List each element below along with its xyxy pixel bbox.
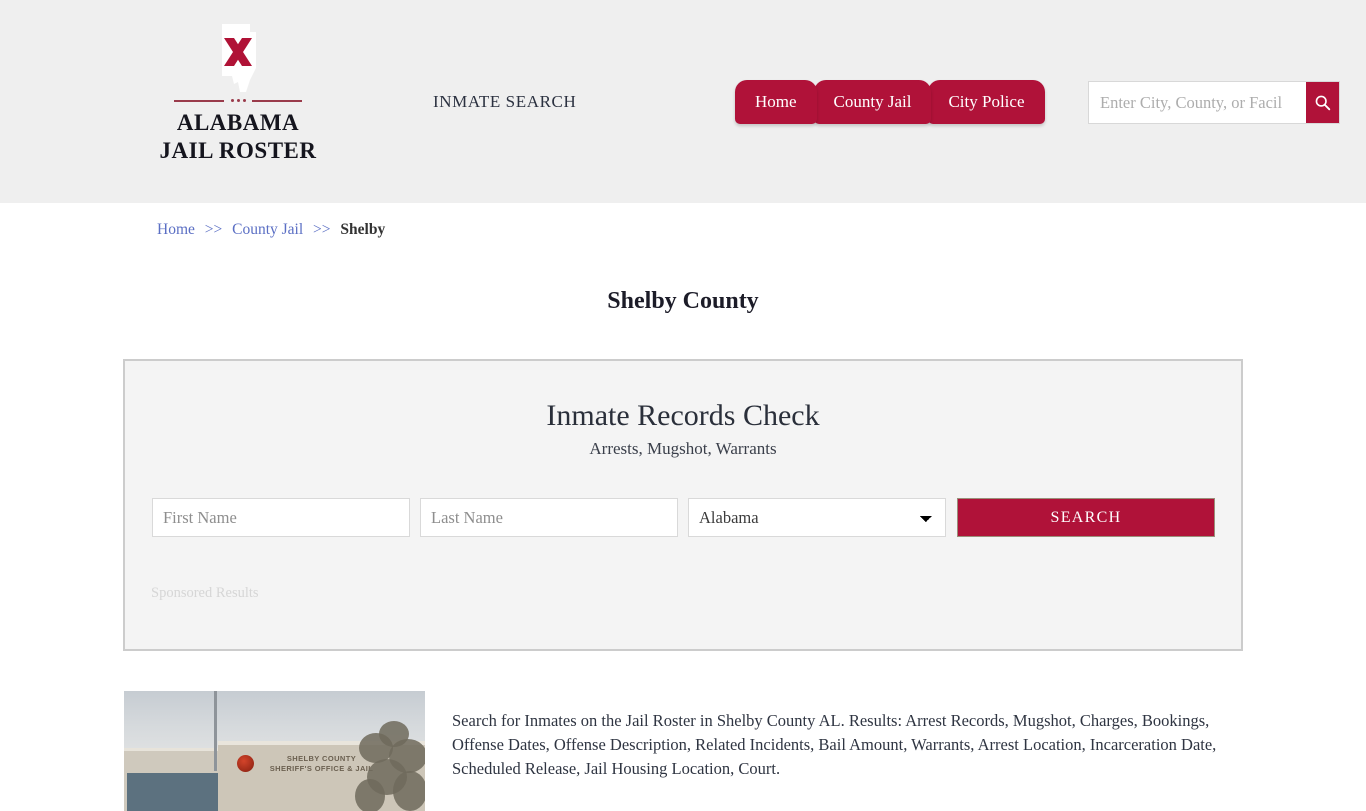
inmate-search-form: Alabama SEARCH [152, 498, 1216, 538]
photo-building-left [124, 748, 222, 811]
header-inner: ALABAMA JAIL ROSTER INMATE SEARCH Home C… [118, 0, 1340, 203]
breadcrumb-item-current: Shelby [340, 221, 386, 238]
header-search [1088, 81, 1340, 124]
breadcrumb-separator: >> [204, 221, 223, 238]
breadcrumb-item-home[interactable]: Home [157, 221, 195, 238]
nav-item-home[interactable]: Home [735, 80, 817, 124]
site-logo[interactable]: ALABAMA JAIL ROSTER [138, 22, 338, 165]
last-name-input[interactable] [420, 498, 678, 537]
sheriff-badge-icon [237, 755, 254, 772]
sponsored-results-label: Sponsored Results [151, 585, 259, 601]
alabama-state-flag-icon [210, 22, 266, 94]
panel-title: Inmate Records Check [546, 399, 820, 432]
nav-item-city-police[interactable]: City Police [928, 80, 1045, 124]
nav-item-county-jail[interactable]: County Jail [813, 80, 932, 124]
site-header: ALABAMA JAIL ROSTER INMATE SEARCH Home C… [0, 0, 1366, 203]
breadcrumb: Home >> County Jail >> Shelby [157, 221, 385, 239]
breadcrumb-separator: >> [313, 221, 331, 238]
page-title: Shelby County [607, 288, 759, 315]
brand-name-line2: JAIL ROSTER [159, 138, 317, 164]
panel-search-button[interactable]: SEARCH [957, 498, 1215, 537]
brand-name-line1: ALABAMA [176, 110, 300, 135]
first-name-input[interactable] [152, 498, 410, 537]
state-select[interactable]: Alabama [688, 498, 946, 537]
brand-name: ALABAMA JAIL ROSTER [138, 109, 338, 165]
inmate-records-check-panel: Inmate Records Check Arrests, Mugshot, W… [123, 359, 1243, 651]
breadcrumb-item-county-jail[interactable]: County Jail [232, 221, 303, 238]
photo-flagpole [214, 691, 217, 771]
logo-divider [174, 99, 302, 102]
search-submit-button[interactable] [1306, 82, 1339, 123]
photo-building-windows [127, 773, 219, 811]
main-navigation: Home County Jail City Police [735, 80, 1045, 124]
panel-subtitle: Arrests, Mugshot, Warrants [589, 439, 777, 458]
county-description: Search for Inmates on the Jail Roster in… [452, 710, 1217, 778]
site-tagline: INMATE SEARCH [433, 92, 577, 111]
search-input[interactable] [1089, 82, 1306, 123]
jail-building-photo: SHELBY COUNTY SHERIFF'S OFFICE & JAIL [124, 691, 425, 811]
photo-tree [349, 713, 425, 811]
search-icon [1315, 95, 1331, 111]
